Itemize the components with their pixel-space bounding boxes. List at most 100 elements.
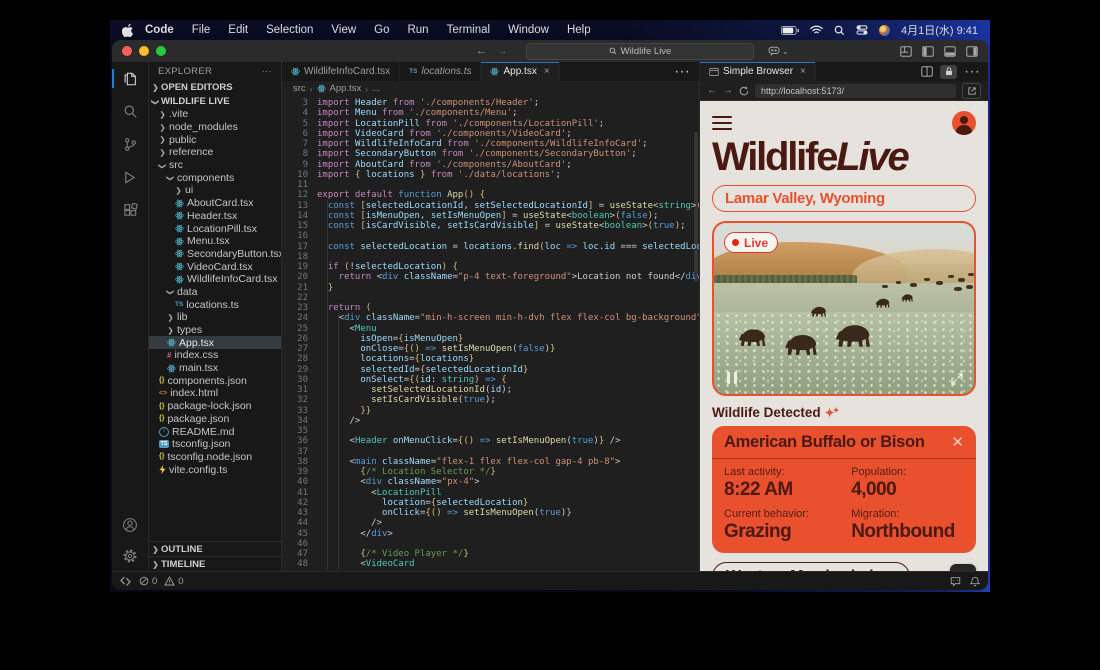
search-sidebar-icon[interactable]: [112, 95, 148, 128]
minimize-window-button[interactable]: [139, 46, 149, 56]
copilot-menu[interactable]: ⌄: [768, 46, 789, 56]
forward-icon[interactable]: →: [497, 45, 508, 57]
tree-item-package-lock-json[interactable]: {}package-lock.json: [149, 400, 281, 413]
breadcrumb-item[interactable]: src: [293, 83, 306, 94]
menu-terminal[interactable]: Terminal: [438, 24, 499, 36]
zoom-window-button[interactable]: [156, 46, 166, 56]
toggle-primary-sidebar-icon[interactable]: [922, 46, 934, 57]
tab-wildlifeinfocard-tsx[interactable]: WildlifeInfoCard.tsx: [282, 62, 400, 81]
browser-reload-icon[interactable]: [739, 86, 749, 96]
notifications-bell-icon[interactable]: [970, 576, 980, 587]
explorer-icon[interactable]: [112, 62, 148, 95]
open-editors-section[interactable]: ❯OPEN EDITORS: [149, 80, 281, 94]
customize-layout-icon[interactable]: [900, 46, 912, 57]
menu-code[interactable]: Code: [136, 24, 183, 36]
tree-item-tsconfig-node-json[interactable]: {}tsconfig.node.json: [149, 451, 281, 464]
breadcrumb-item[interactable]: ...: [372, 83, 380, 94]
hamburger-menu-icon[interactable]: [712, 116, 732, 130]
lock-button[interactable]: [940, 65, 957, 79]
tree-item-reference[interactable]: ❯reference: [149, 146, 281, 159]
toggle-secondary-sidebar-icon[interactable]: [966, 46, 978, 57]
menu-window[interactable]: Window: [499, 24, 558, 36]
menu-go[interactable]: Go: [365, 24, 398, 36]
tree-item-tsconfig-json[interactable]: TStsconfig.json: [149, 438, 281, 451]
settings-gear-icon[interactable]: [112, 541, 148, 571]
back-icon[interactable]: ←: [476, 45, 487, 57]
explorer-actions-icon[interactable]: ···: [262, 66, 272, 77]
command-center-search[interactable]: Wildlife Live: [526, 43, 754, 60]
toggle-panel-icon[interactable]: [944, 46, 956, 57]
wifi-icon[interactable]: [810, 25, 823, 35]
remote-indicator[interactable]: [120, 576, 131, 586]
close-tab-icon[interactable]: ×: [544, 66, 550, 77]
tree-item-data[interactable]: ❯data: [149, 286, 281, 299]
tree-item--vite[interactable]: ❯.vite: [149, 108, 281, 121]
tree-item-components-json[interactable]: {}components.json: [149, 374, 281, 387]
close-window-button[interactable]: [122, 46, 132, 56]
tree-item-vite-config-ts[interactable]: vite.config.ts: [149, 463, 281, 476]
tree-item-components[interactable]: ❯components: [149, 171, 281, 184]
tree-item-main-tsx[interactable]: main.tsx: [149, 362, 281, 375]
menu-edit[interactable]: Edit: [219, 24, 257, 36]
tree-item-secondarybutton-tsx[interactable]: SecondaryButton.tsx: [149, 248, 281, 261]
outline-section[interactable]: ❯OUTLINE: [149, 541, 281, 556]
floating-widget-button[interactable]: [950, 564, 976, 572]
url-input[interactable]: http://localhost:5173/: [755, 84, 956, 98]
tab-locations-ts[interactable]: TSlocations.ts: [400, 62, 481, 81]
tree-item-public[interactable]: ❯public: [149, 133, 281, 146]
tree-item-aboutcard-tsx[interactable]: AboutCard.tsx: [149, 197, 281, 210]
menubar-clock[interactable]: 4月1日(水) 9:41: [901, 22, 978, 38]
tab-simple-browser[interactable]: Simple Browser ×: [700, 62, 816, 81]
tree-item-wildlifeinfocard-tsx[interactable]: WildlifeInfoCard.tsx: [149, 273, 281, 286]
breadcrumb-item[interactable]: App.tsx: [330, 83, 362, 94]
close-card-icon[interactable]: ✕: [951, 435, 964, 450]
editor-actions-icon[interactable]: ···: [665, 62, 699, 81]
spotlight-icon[interactable]: [834, 25, 845, 36]
workspace-root[interactable]: ❯WILDLIFE LIVE: [149, 94, 281, 108]
source-control-icon[interactable]: [112, 128, 148, 161]
tree-item-menu-tsx[interactable]: Menu.tsx: [149, 235, 281, 248]
avatar[interactable]: [952, 111, 976, 135]
control-center-icon[interactable]: [856, 25, 868, 35]
tree-item-app-tsx[interactable]: App.tsx: [149, 336, 281, 349]
timeline-section[interactable]: ❯TIMELINE: [149, 556, 281, 571]
tree-item-locations-ts[interactable]: TSlocations.ts: [149, 298, 281, 311]
window-controls[interactable]: [122, 46, 166, 56]
editor-scrollbar[interactable]: [694, 132, 698, 282]
tree-item-types[interactable]: ❯types: [149, 324, 281, 337]
close-tab-icon[interactable]: ×: [800, 66, 806, 77]
breadcrumb[interactable]: src› App.tsx› ...: [282, 81, 699, 96]
location-pill-button[interactable]: Lamar Valley, Wyoming: [712, 185, 976, 212]
menu-selection[interactable]: Selection: [257, 24, 322, 36]
tree-item-ui[interactable]: ❯ui: [149, 184, 281, 197]
split-editor-icon[interactable]: [921, 66, 933, 77]
tree-item-index-css[interactable]: #index.css: [149, 349, 281, 362]
pause-button-icon[interactable]: [727, 372, 737, 384]
open-external-icon[interactable]: [962, 83, 981, 99]
code-editor[interactable]: 3import Header from './components/Header…: [282, 96, 699, 571]
tree-item-src[interactable]: ❯src: [149, 159, 281, 172]
tree-item-locationpill-tsx[interactable]: LocationPill.tsx: [149, 222, 281, 235]
run-debug-icon[interactable]: [112, 161, 148, 194]
tree-item-readme-md[interactable]: iREADME.md: [149, 425, 281, 438]
extensions-icon[interactable]: [112, 194, 148, 227]
vscode-titlebar[interactable]: ← → Wildlife Live ⌄: [112, 40, 988, 62]
browser-forward-icon[interactable]: →: [723, 86, 733, 96]
language-globe-icon[interactable]: [879, 25, 890, 36]
account-icon[interactable]: [112, 508, 148, 541]
feedback-icon[interactable]: [950, 576, 961, 587]
tree-item-lib[interactable]: ❯lib: [149, 311, 281, 324]
tab-app-tsx[interactable]: App.tsx×: [481, 62, 559, 81]
video-card[interactable]: Live: [712, 221, 976, 396]
more-actions-icon[interactable]: ···: [964, 63, 980, 81]
browser-back-icon[interactable]: ←: [707, 86, 717, 96]
menu-help[interactable]: Help: [558, 24, 600, 36]
tree-item-package-json[interactable]: {}package.json: [149, 413, 281, 426]
menu-file[interactable]: File: [183, 24, 220, 36]
menu-run[interactable]: Run: [398, 24, 437, 36]
tree-item-videocard-tsx[interactable]: VideoCard.tsx: [149, 260, 281, 273]
menu-view[interactable]: View: [322, 24, 365, 36]
tree-item-node_modules[interactable]: ❯node_modules: [149, 121, 281, 134]
problems-indicator[interactable]: 0 0: [139, 576, 184, 587]
tree-item-index-html[interactable]: <>index.html: [149, 387, 281, 400]
